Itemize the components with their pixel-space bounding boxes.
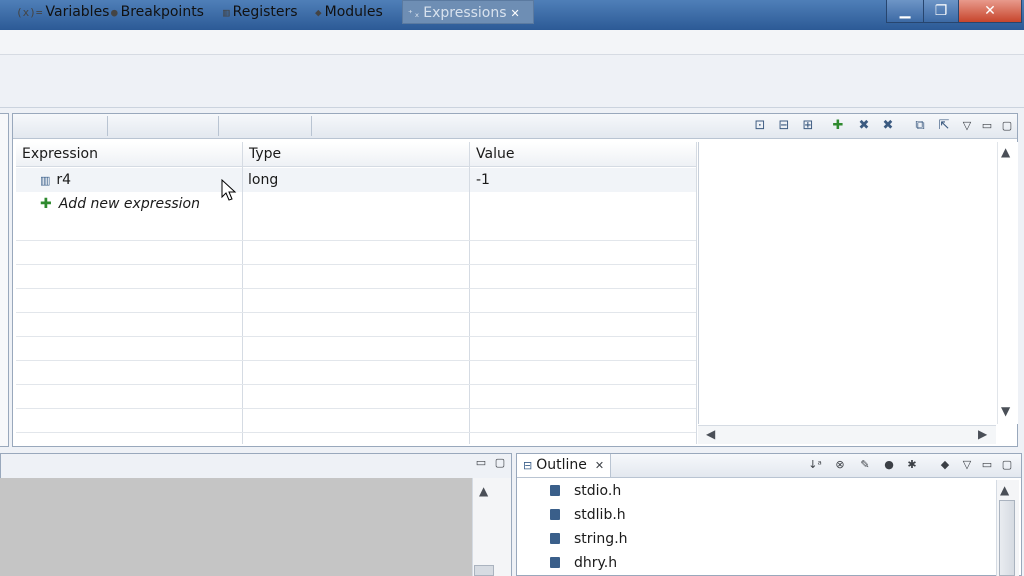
tab-separator [218, 116, 219, 136]
expression-cell[interactable]: ▥ r4 [40, 168, 71, 192]
header-file-icon [550, 557, 560, 568]
row-divider [16, 288, 696, 289]
row-divider [16, 336, 696, 337]
list-item[interactable]: stdlib.h [550, 503, 626, 527]
close-tab-icon[interactable]: ✕ [595, 459, 604, 472]
hide-static-icon[interactable]: ✎ [856, 456, 874, 474]
row-divider [16, 408, 696, 409]
group-icon[interactable]: ◆ [936, 456, 954, 474]
menu-bar [0, 30, 1024, 55]
row-divider [16, 384, 696, 385]
editor-vertical-scrollbar[interactable] [472, 478, 511, 576]
mouse-cursor-icon [221, 179, 237, 201]
column-header-value[interactable]: Value [470, 142, 696, 167]
column-header-type[interactable]: Type [243, 142, 469, 167]
tab-variables[interactable]: (x)= Variables [16, 0, 109, 24]
view-menu-icon[interactable]: ▽ [958, 117, 976, 135]
scroll-down-icon[interactable]: ▼ [1001, 404, 1010, 418]
header-file-icon [550, 485, 560, 496]
column-divider [469, 142, 470, 444]
table-row[interactable] [16, 168, 696, 192]
main-toolbar [0, 55, 1024, 108]
sort-icon[interactable]: ↓ᵃ [806, 456, 824, 474]
add-new-expression[interactable]: ✚ Add new expression [40, 192, 200, 216]
minimize-button[interactable]: ▁ [886, 0, 924, 23]
new-view-icon[interactable]: ⧉ [911, 117, 929, 135]
close-tab-icon[interactable]: ✕ [511, 7, 520, 20]
left-panel-edge [0, 113, 9, 447]
scrollbar-thumb[interactable] [999, 500, 1015, 576]
row-divider [16, 312, 696, 313]
maximize-view-icon[interactable]: ▢ [998, 456, 1016, 474]
column-divider [696, 142, 697, 444]
maximize-view-icon[interactable]: ▢ [998, 117, 1016, 135]
close-window-button[interactable]: ✕ [958, 0, 1022, 23]
hide-nonpublic-icon[interactable]: ● [880, 456, 898, 474]
registers-icon: ▥ [223, 6, 230, 19]
scroll-up-icon[interactable]: ▲ [1001, 145, 1010, 159]
minimize-view-icon[interactable]: ▭ [978, 117, 996, 135]
pin-icon[interactable]: ⇱ [935, 117, 953, 135]
row-divider [16, 240, 696, 241]
detail-horizontal-scrollbar[interactable] [698, 425, 996, 444]
column-divider [242, 142, 243, 444]
minimize-view-icon[interactable]: ▭ [978, 456, 996, 474]
tab-modules[interactable]: ◆ Modules [315, 0, 383, 24]
value-cell[interactable]: -1 [476, 168, 490, 192]
detail-pane[interactable] [698, 142, 997, 424]
hide-macros-icon[interactable]: ✱ [903, 456, 921, 474]
list-item[interactable]: dhry.h [550, 551, 617, 575]
tab-separator [107, 116, 108, 136]
hide-fields-icon[interactable]: ⊗ [831, 456, 849, 474]
detail-vertical-scrollbar[interactable] [997, 142, 1018, 424]
tab-outline[interactable]: ⊟ Outline ✕ [517, 454, 612, 477]
minimize-view-icon[interactable]: ▭ [472, 454, 490, 472]
outline-icon: ⊟ [523, 459, 533, 472]
maximize-view-icon[interactable]: ▢ [491, 454, 509, 472]
expressions-icon: ⁺ₓ [407, 7, 421, 20]
scroll-up-icon[interactable]: ▲ [1000, 483, 1009, 497]
plus-icon[interactable]: ✚ [829, 117, 847, 135]
scroll-right-icon[interactable]: ▶ [978, 427, 987, 441]
maximize-button[interactable]: ❐ [923, 0, 959, 23]
remove-all-icon[interactable]: ✖ [879, 117, 897, 135]
breakpoints-icon: ● [111, 6, 118, 19]
tab-registers[interactable]: ▥ Registers [223, 0, 298, 24]
header-file-icon [550, 533, 560, 544]
list-item[interactable]: string.h [550, 527, 628, 551]
plus-icon: ✚ [40, 196, 52, 212]
tab-breakpoints[interactable]: ● Breakpoints [111, 0, 204, 24]
list-item[interactable]: stdio.h [550, 479, 621, 503]
scroll-left-icon[interactable]: ◀ [706, 427, 715, 441]
column-header-expression[interactable]: Expression [16, 142, 242, 167]
overview-ruler-icon[interactable] [474, 565, 494, 576]
editor-area[interactable] [0, 478, 472, 576]
register-icon: ▥ [40, 174, 51, 187]
row-divider [16, 264, 696, 265]
x-icon[interactable]: ✖ [855, 117, 873, 135]
tab-expressions[interactable]: ⁺ₓ Expressions ✕ [402, 0, 534, 24]
type-cell: long [248, 172, 279, 188]
view-menu-icon[interactable]: ▽ [958, 456, 976, 474]
scroll-up-icon[interactable]: ▲ [479, 484, 488, 498]
tab-separator [311, 116, 312, 136]
row-divider [16, 360, 696, 361]
row-divider [16, 432, 696, 433]
collapse-all-icon[interactable]: ⊟ [775, 117, 793, 135]
variables-icon: (x)= [16, 6, 43, 19]
header-file-icon [550, 509, 560, 520]
layout-icon[interactable]: ⊞ [799, 117, 817, 135]
modules-icon: ◆ [315, 6, 322, 19]
show-type-names-icon[interactable]: ⊡ [751, 117, 769, 135]
